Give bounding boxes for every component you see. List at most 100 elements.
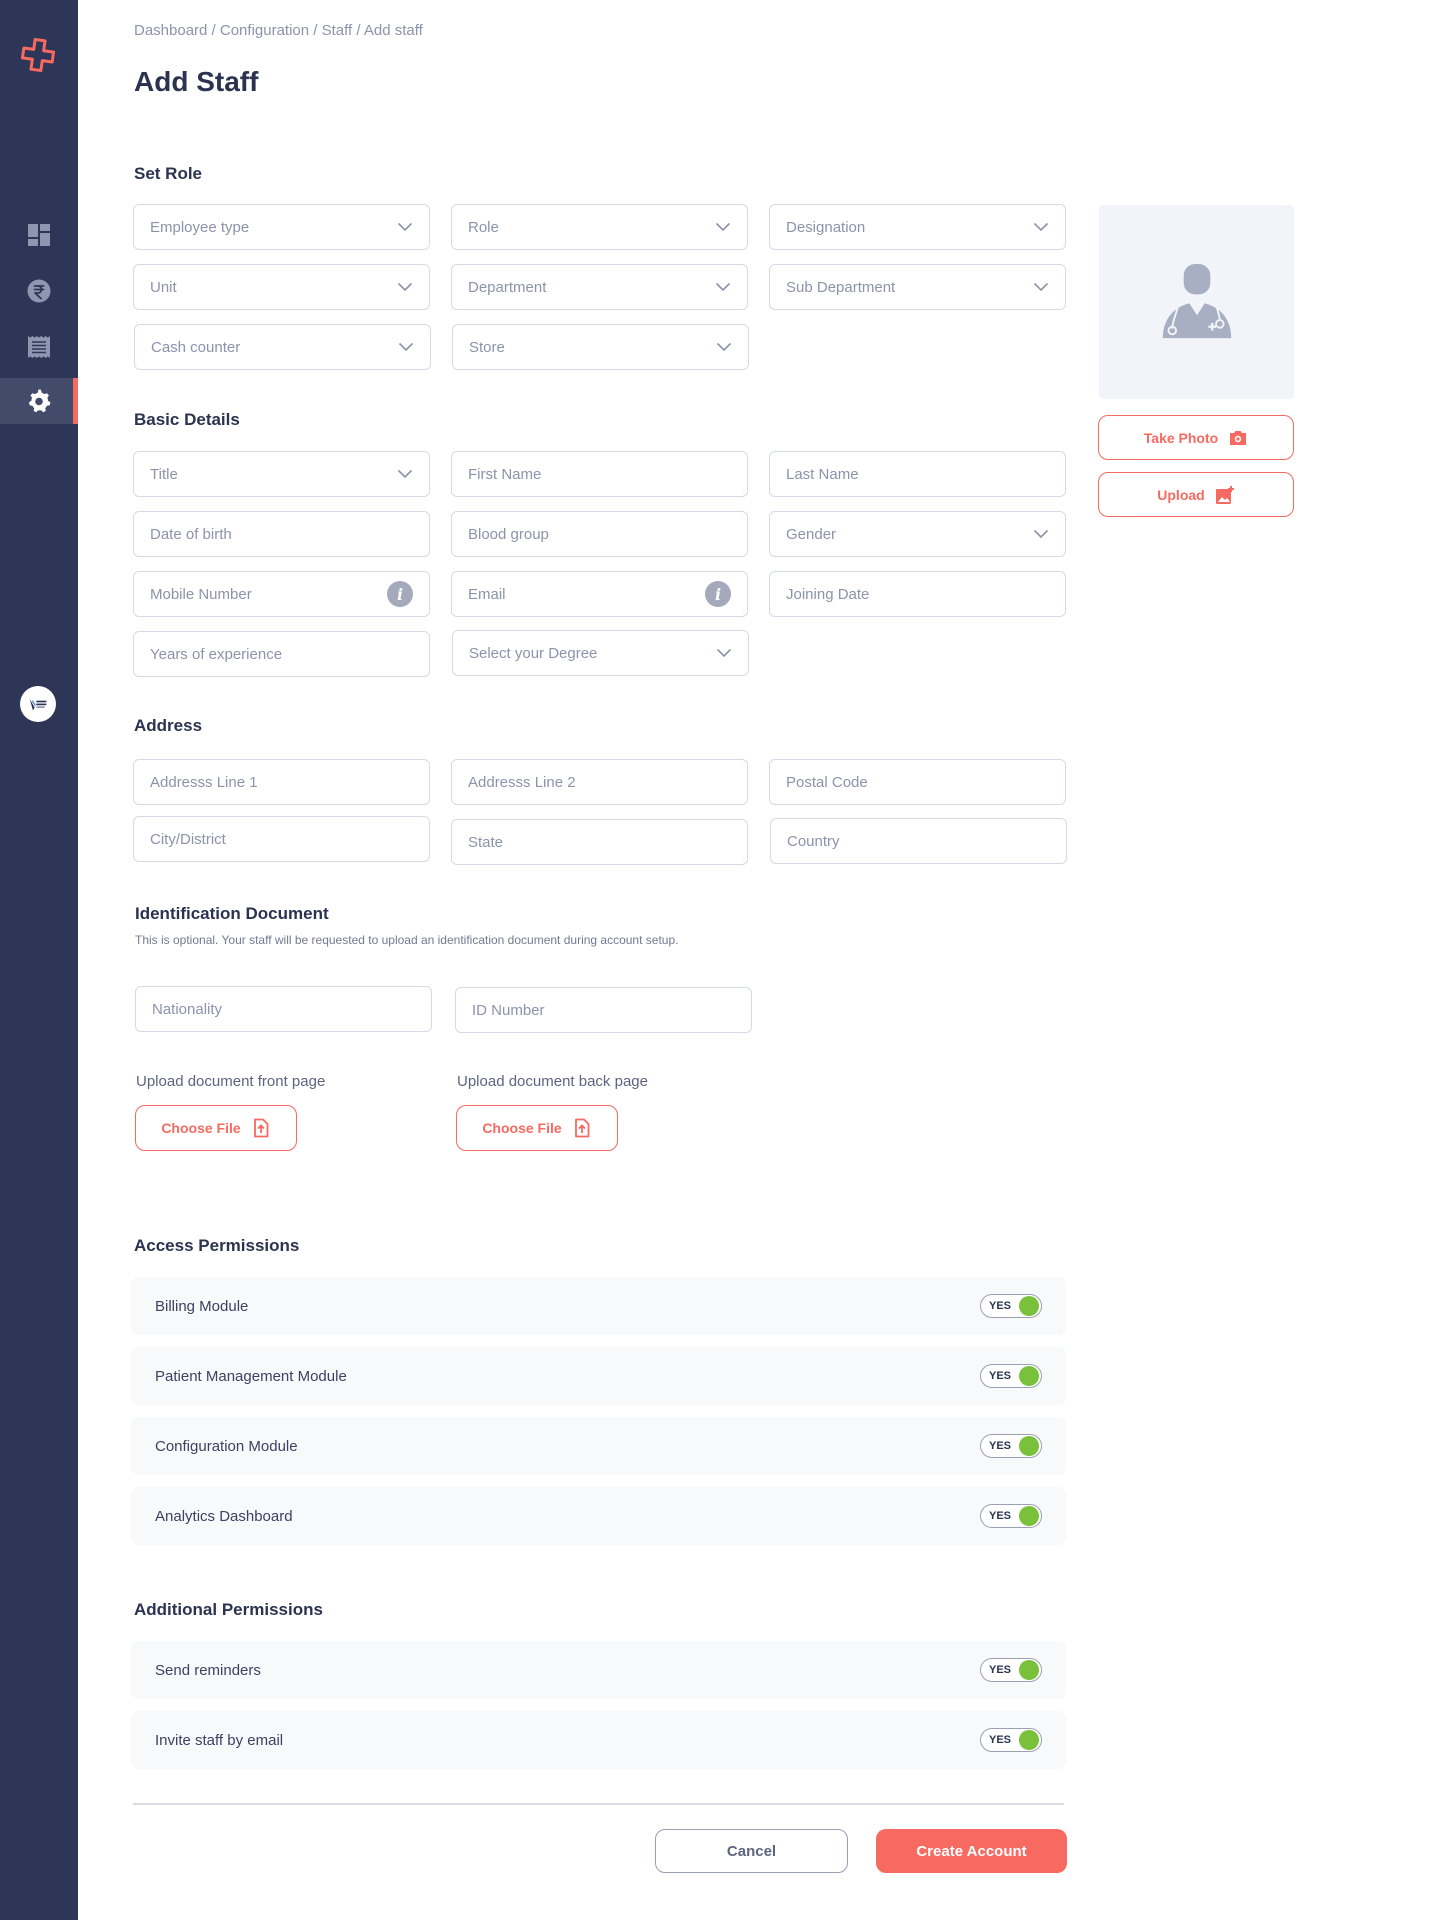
section-title-basic-details: Basic Details — [134, 410, 240, 429]
cancel-button[interactable]: Cancel — [655, 1829, 848, 1873]
upload-photo-label: Upload — [1157, 486, 1205, 503]
role-select[interactable]: Role — [451, 204, 748, 250]
toggle-text: YES — [989, 1440, 1012, 1452]
city-district-field[interactable]: City/District — [133, 816, 430, 862]
joining-date-field[interactable]: Joining Date — [769, 571, 1066, 617]
role-placeholder: Role — [468, 218, 499, 236]
section-title-access-permissions: Access Permissions — [134, 1236, 300, 1255]
country-field[interactable]: Country — [770, 818, 1067, 864]
choose-file-label: Choose File — [161, 1120, 241, 1136]
store-select[interactable]: Store — [452, 324, 749, 370]
city-district-placeholder: City/District — [150, 830, 226, 848]
settings-icon — [29, 389, 51, 413]
doctor-avatar-icon — [1162, 264, 1231, 339]
info-icon[interactable]: i — [387, 581, 413, 607]
last-name-placeholder: Last Name — [786, 465, 859, 483]
section-title-identification: Identification Document — [135, 904, 329, 923]
state-field[interactable]: State — [451, 819, 748, 865]
page-title: Add Staff — [134, 66, 259, 97]
chevron-down-icon — [398, 342, 414, 352]
address-line-1-field[interactable]: Addresss Line 1 — [133, 759, 430, 805]
address-line-2-field[interactable]: Addresss Line 2 — [451, 759, 748, 805]
date-of-birth-field[interactable]: Date of birth — [133, 511, 430, 557]
camera-icon — [1230, 430, 1247, 445]
toggle-text: YES — [989, 1370, 1012, 1382]
employee-type-select[interactable]: Employee type — [133, 204, 430, 250]
blood-group-field[interactable]: Blood group — [451, 511, 748, 557]
upload-back-label: Upload document back page — [457, 1073, 648, 1090]
billing-module-toggle[interactable]: YES — [980, 1294, 1042, 1318]
chevron-down-icon — [397, 469, 413, 479]
chevron-down-icon — [1033, 529, 1049, 539]
toggle-knob — [1019, 1366, 1039, 1386]
address-line-1-placeholder: Addresss Line 1 — [150, 773, 258, 791]
patient-management-toggle[interactable]: YES — [980, 1364, 1042, 1388]
toggle-text: YES — [989, 1510, 1012, 1522]
title-select[interactable]: Title — [133, 451, 430, 497]
file-upload-icon — [253, 1118, 269, 1138]
file-upload-icon — [574, 1118, 590, 1138]
toggle-text: YES — [989, 1664, 1012, 1676]
toggle-knob — [1019, 1296, 1039, 1316]
upload-photo-button[interactable]: Upload — [1098, 472, 1294, 517]
hospital-logo-icon — [29, 699, 47, 711]
department-placeholder: Department — [468, 278, 547, 296]
footer-divider — [133, 1803, 1064, 1805]
identification-note: This is optional. Your staff will be req… — [135, 933, 679, 947]
email-placeholder: Email — [468, 585, 506, 603]
nav-billing[interactable] — [0, 268, 78, 314]
id-number-placeholder: ID Number — [472, 1001, 545, 1019]
mobile-number-placeholder: Mobile Number — [150, 585, 252, 603]
nav-records[interactable] — [0, 324, 78, 370]
send-reminders-toggle[interactable]: YES — [980, 1658, 1042, 1682]
department-select[interactable]: Department — [451, 264, 748, 310]
invite-staff-toggle[interactable]: YES — [980, 1728, 1042, 1752]
take-photo-button[interactable]: Take Photo — [1098, 415, 1294, 460]
permission-row-patient-management: Patient Management Module YES — [131, 1347, 1066, 1405]
permission-label: Invite staff by email — [155, 1731, 284, 1749]
analytics-dashboard-toggle[interactable]: YES — [980, 1504, 1042, 1528]
choose-file-front-button[interactable]: Choose File — [135, 1105, 297, 1151]
nav-dashboard[interactable] — [0, 212, 78, 258]
create-account-button[interactable]: Create Account — [876, 1829, 1067, 1873]
profile-photo-placeholder — [1099, 205, 1294, 399]
cash-counter-select[interactable]: Cash counter — [134, 324, 431, 370]
unit-select[interactable]: Unit — [133, 264, 430, 310]
nav-settings[interactable] — [0, 378, 78, 424]
email-field[interactable]: Email i — [451, 571, 748, 617]
designation-select[interactable]: Designation — [769, 204, 1066, 250]
section-title-set-role: Set Role — [134, 164, 203, 183]
dashboard-icon — [28, 224, 50, 246]
toggle-knob — [1019, 1506, 1039, 1526]
title-placeholder: Title — [150, 465, 178, 483]
toggle-knob — [1019, 1436, 1039, 1456]
degree-select[interactable]: Select your Degree — [452, 630, 749, 676]
chevron-down-icon — [715, 222, 731, 232]
joining-date-placeholder: Joining Date — [786, 585, 870, 603]
id-number-field[interactable]: ID Number — [455, 987, 752, 1033]
date-of-birth-placeholder: Date of birth — [150, 525, 232, 543]
user-avatar[interactable] — [20, 686, 56, 722]
chevron-down-icon — [397, 282, 413, 292]
first-name-field[interactable]: First Name — [451, 451, 748, 497]
last-name-field[interactable]: Last Name — [769, 451, 1066, 497]
store-placeholder: Store — [469, 338, 505, 356]
postal-code-field[interactable]: Postal Code — [769, 759, 1066, 805]
permission-row-billing: Billing Module YES — [131, 1277, 1066, 1335]
years-of-experience-field[interactable]: Years of experience — [133, 631, 430, 677]
gender-select[interactable]: Gender — [769, 511, 1066, 557]
nationality-field[interactable]: Nationality — [135, 986, 432, 1032]
permission-row-analytics: Analytics Dashboard YES — [131, 1487, 1066, 1545]
sidebar — [0, 0, 78, 1920]
choose-file-back-button[interactable]: Choose File — [456, 1105, 618, 1151]
permission-label: Configuration Module — [155, 1437, 298, 1455]
chevron-down-icon — [397, 222, 413, 232]
address-line-2-placeholder: Addresss Line 2 — [468, 773, 576, 791]
sub-department-select[interactable]: Sub Department — [769, 264, 1066, 310]
gender-placeholder: Gender — [786, 525, 837, 543]
chevron-down-icon — [716, 342, 732, 352]
app-logo-icon[interactable] — [20, 37, 56, 73]
configuration-module-toggle[interactable]: YES — [980, 1434, 1042, 1458]
info-icon[interactable]: i — [705, 581, 731, 607]
mobile-number-field[interactable]: Mobile Number i — [133, 571, 430, 617]
